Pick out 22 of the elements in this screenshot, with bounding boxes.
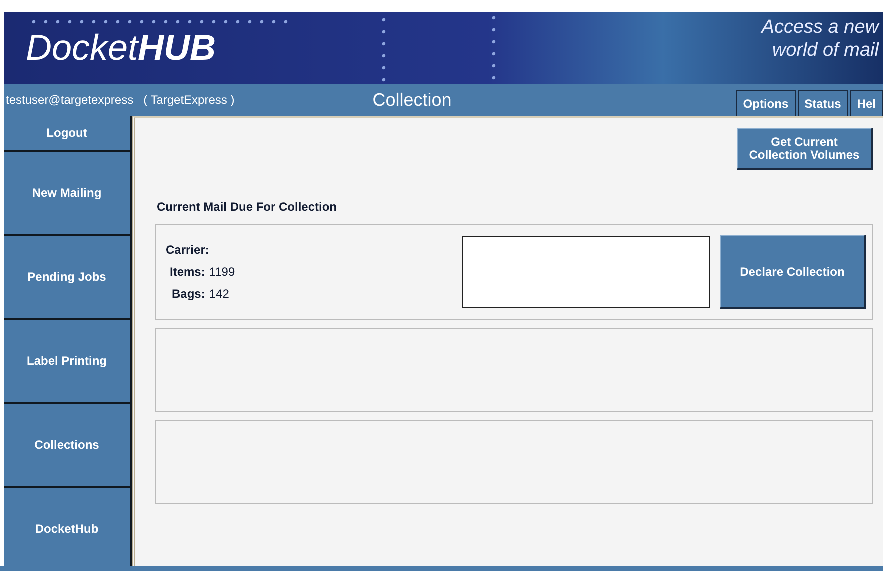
nav-button[interactable]: Options: [736, 90, 796, 116]
company-label: ( TargetExpress ): [144, 93, 235, 107]
nav-button[interactable]: Hel: [850, 90, 883, 116]
refresh-button[interactable]: Get Current Collection Volumes: [737, 128, 873, 170]
declare-button[interactable]: Declare Collection: [720, 235, 866, 309]
user-label: testuser@targetexpress: [5, 93, 134, 107]
sidebar-button[interactable]: Logout: [4, 116, 130, 150]
nav-button[interactable]: Status: [798, 90, 848, 116]
section-title: Current Mail Due For Collection: [157, 200, 338, 214]
detail-value: 1199: [209, 265, 236, 279]
tagline-text: world of mail: [772, 39, 879, 62]
sidebar-button[interactable]: Pending Jobs: [4, 236, 130, 318]
tagline-text: Access a new: [762, 16, 879, 39]
sidebar-button[interactable]: Label Printing: [4, 320, 130, 402]
detail-value: 142: [209, 287, 230, 301]
detail-label: Bags:: [172, 287, 206, 301]
sidebar-button[interactable]: New Mailing: [4, 152, 130, 234]
detail-label: Carrier:: [166, 243, 210, 257]
logo: DocketHUB: [26, 27, 216, 69]
sidebar-button[interactable]: Collections: [4, 404, 130, 486]
page-title: Collection: [372, 90, 452, 110]
detail-label: Items:: [170, 265, 206, 279]
